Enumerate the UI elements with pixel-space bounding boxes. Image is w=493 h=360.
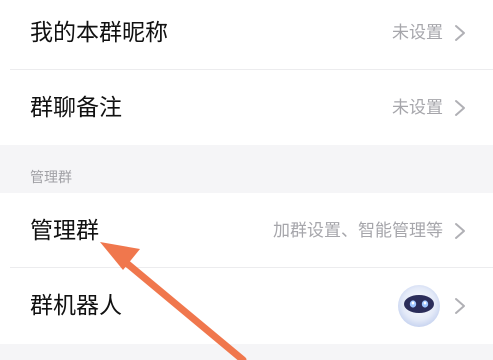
bottom-gap: [0, 344, 493, 360]
row-label: 我的本群昵称: [30, 20, 168, 46]
section-title: 管理群: [30, 170, 72, 186]
row-group-remark[interactable]: 群聊备注 未设置: [0, 70, 493, 145]
row-label: 管理群: [30, 218, 99, 244]
chevron-right-icon: [455, 25, 465, 41]
row-value: 加群设置、智能管理等: [273, 221, 443, 241]
chevron-right-icon: [455, 298, 465, 314]
robot-avatar-icon: [398, 285, 440, 327]
row-manage-group[interactable]: 管理群 加群设置、智能管理等: [0, 193, 493, 268]
chevron-right-icon: [455, 100, 465, 116]
row-group-bot[interactable]: 群机器人: [0, 268, 493, 344]
row-label: 群聊备注: [30, 95, 122, 121]
row-my-group-nickname[interactable]: 我的本群昵称 未设置: [0, 0, 493, 70]
section-header-manage: 管理群: [0, 145, 493, 193]
chevron-right-icon: [455, 223, 465, 239]
row-label: 群机器人: [30, 293, 122, 319]
row-value: 未设置: [392, 98, 443, 118]
row-value: 未设置: [392, 23, 443, 43]
